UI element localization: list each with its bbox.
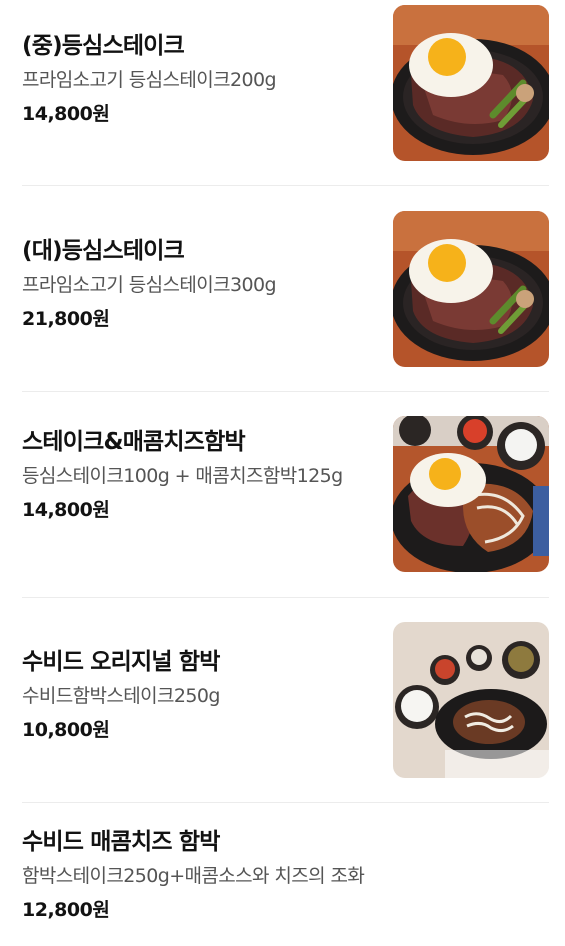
menu-item[interactable]: 스테이크&매콤치즈함박 등심스테이크100g + 매콤치즈함박125g 14,8… (22, 416, 549, 572)
menu-item[interactable]: 수비드 매콤치즈 함박 함박스테이크250g+매콤소스와 치즈의 조화 12,8… (22, 826, 549, 924)
steak-with-egg-photo[interactable] (393, 211, 549, 367)
steak-hamburg-combo-photo[interactable] (393, 416, 549, 572)
steak-with-egg-photo[interactable] (393, 5, 549, 161)
hamburg-steak-set-photo[interactable] (393, 622, 549, 778)
menu-item-name: 수비드 매콤치즈 함박 (22, 829, 220, 855)
divider (22, 185, 549, 186)
menu-item-description: 함박스테이크250g+매콤소스와 치즈의 조화 (22, 865, 365, 887)
menu-item[interactable]: (대)등심스테이크 프라임소고기 등심스테이크300g 21,800원 (22, 211, 549, 367)
divider (22, 391, 549, 392)
menu-item[interactable]: (중)등심스테이크 프라임소고기 등심스테이크200g 14,800원 (22, 5, 549, 161)
menu-item-description: 수비드함박스테이크250g (22, 685, 220, 707)
divider (22, 802, 549, 803)
menu-item-description: 프라임소고기 등심스테이크200g (22, 69, 277, 91)
divider (22, 597, 549, 598)
menu-item[interactable]: 수비드 오리지널 함박 수비드함박스테이크250g 10,800원 (22, 622, 549, 778)
menu-item-price: 12,800원 (22, 899, 110, 921)
menu-item-description: 프라임소고기 등심스테이크300g (22, 274, 277, 296)
menu-item-description: 등심스테이크100g + 매콤치즈함박125g (22, 465, 343, 487)
